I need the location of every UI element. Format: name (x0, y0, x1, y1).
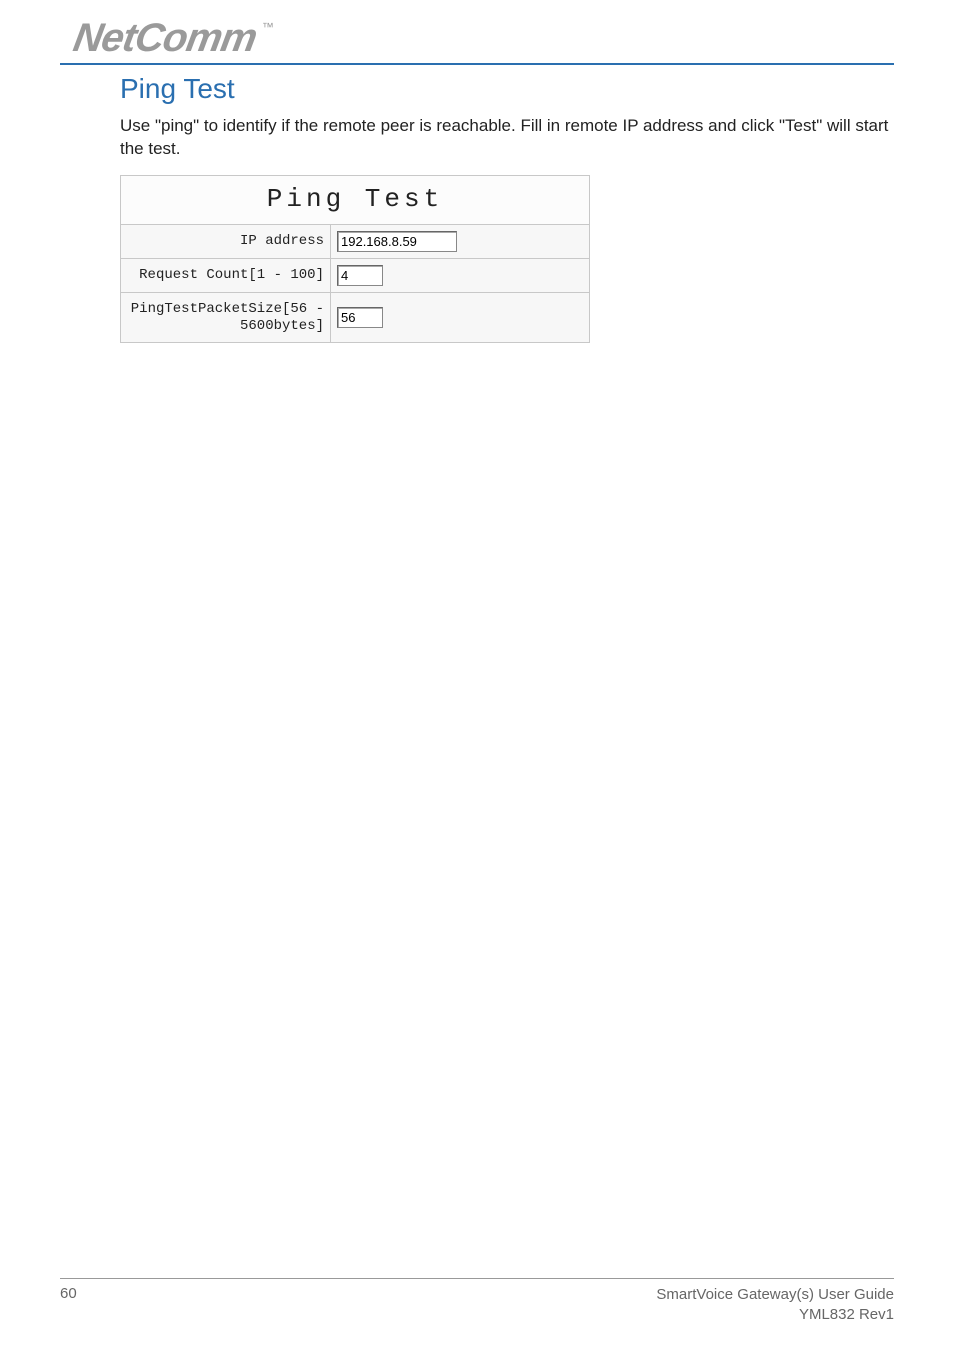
section-title: Ping Test (120, 73, 894, 105)
brand-logo: NetComm ™ (74, 16, 894, 61)
page-footer: 60 SmartVoice Gateway(s) User Guide YML8… (60, 1278, 894, 1324)
ip-address-field (331, 225, 589, 258)
packet-size-label: PingTestPacketSize[56 - 5600bytes] (121, 293, 331, 343)
ip-address-input[interactable] (337, 231, 457, 252)
trademark-icon: ™ (262, 20, 274, 34)
ip-address-label: IP address (121, 225, 331, 258)
ping-test-panel-title: Ping Test (121, 176, 589, 225)
footer-right: SmartVoice Gateway(s) User Guide YML832 … (656, 1285, 894, 1324)
request-count-row: Request Count[1 - 100] (121, 259, 589, 293)
packet-size-row: PingTestPacketSize[56 - 5600bytes] (121, 293, 589, 343)
footer-divider (60, 1278, 894, 1279)
ping-test-panel: Ping Test IP address Request Count[1 - 1… (120, 175, 590, 344)
guide-title: SmartVoice Gateway(s) User Guide (656, 1286, 894, 1303)
doc-revision: YML832 Rev1 (799, 1306, 894, 1323)
page-number: 60 (60, 1285, 77, 1324)
packet-size-input[interactable] (337, 307, 383, 328)
header-divider (60, 63, 894, 65)
footer-row: 60 SmartVoice Gateway(s) User Guide YML8… (60, 1285, 894, 1324)
request-count-label: Request Count[1 - 100] (121, 259, 331, 292)
packet-size-field (331, 293, 589, 343)
request-count-field (331, 259, 589, 292)
section-description: Use "ping" to identify if the remote pee… (120, 115, 894, 161)
logo-text: NetComm (70, 16, 260, 61)
ip-address-row: IP address (121, 225, 589, 259)
page: NetComm ™ Ping Test Use "ping" to identi… (0, 0, 954, 1354)
request-count-input[interactable] (337, 265, 383, 286)
